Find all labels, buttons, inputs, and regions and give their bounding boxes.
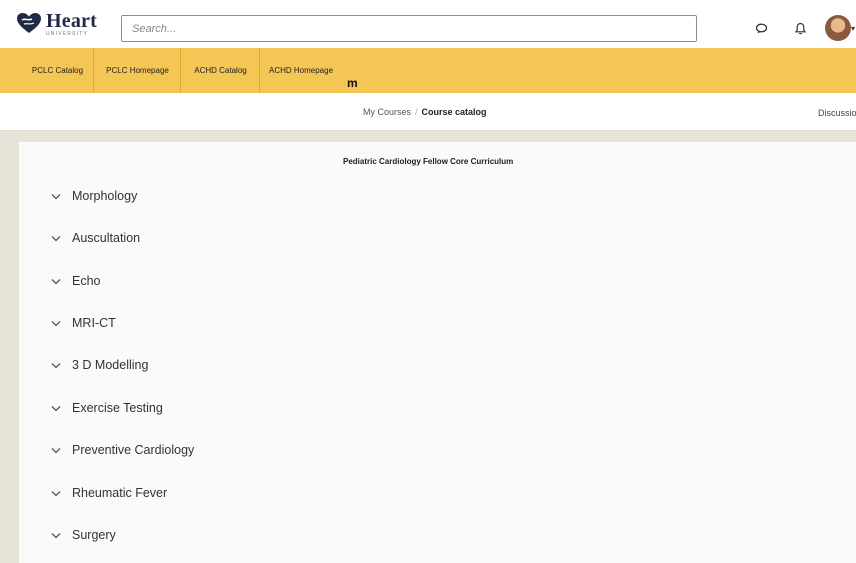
search-box[interactable] [121,15,697,42]
chevron-down-icon [50,275,62,287]
category-label: Preventive Cardiology [72,443,195,457]
nav-achd-catalog[interactable]: ACHD Catalog [182,48,260,93]
category-rheumatic-fever[interactable]: Rheumatic Fever [50,483,167,503]
category-3d-modelling[interactable]: 3 D Modelling [50,355,148,375]
top-header: Heart UNIVERSITY ▾ [0,0,856,48]
chevron-down-icon [50,359,62,371]
category-preventive-cardiology[interactable]: Preventive Cardiology [50,440,194,460]
chevron-down-icon [50,444,62,456]
chevron-down-icon [50,487,62,499]
nav-achd-homepage[interactable]: ACHD Homepage [261,48,350,93]
category-surgery[interactable]: Surgery [50,525,116,545]
chevron-down-icon[interactable]: ▾ [851,24,855,33]
breadcrumb-separator: / [415,107,418,117]
chevron-down-icon [50,317,62,329]
site-logo[interactable]: Heart UNIVERSITY [16,10,97,40]
breadcrumb-my-courses[interactable]: My Courses [363,107,411,117]
discussion-link[interactable]: Discussio [818,108,856,118]
bell-icon[interactable] [792,20,808,36]
nav-pclc-homepage[interactable]: PCLC Homepage [95,48,181,93]
chevron-down-icon [50,190,62,202]
chevron-down-icon [50,529,62,541]
stray-text: m [347,76,358,90]
logo-wordmark: Heart [46,10,97,32]
chevron-down-icon [50,232,62,244]
course-nav-bar: PCLC Catalog PCLC Homepage ACHD Catalog … [0,48,856,93]
chat-bubble-icon[interactable] [753,20,769,36]
category-label: Auscultation [72,231,141,245]
category-label: MRI-CT [72,316,116,330]
category-label: Echo [72,274,101,288]
category-label: Exercise Testing [72,401,163,415]
category-label: Rheumatic Fever [72,486,168,500]
chevron-down-icon [50,402,62,414]
breadcrumb-course-catalog: Course catalog [421,107,487,117]
category-label: Morphology [72,189,138,203]
category-label: 3 D Modelling [72,358,149,372]
category-morphology[interactable]: Morphology [50,186,137,206]
breadcrumb: My Courses / Course catalog [363,107,487,117]
category-auscultation[interactable]: Auscultation [50,228,140,248]
search-input[interactable] [122,16,696,41]
category-echo[interactable]: Echo [50,271,101,291]
nav-pclc-catalog[interactable]: PCLC Catalog [22,48,94,93]
user-avatar[interactable] [825,15,851,41]
category-label: Surgery [72,528,116,542]
heart-logo-icon [17,13,41,33]
course-title: Pediatric Cardiology Fellow Core Curricu… [343,157,514,166]
category-exercise-testing[interactable]: Exercise Testing [50,398,163,418]
category-mri-ct[interactable]: MRI-CT [50,313,116,333]
